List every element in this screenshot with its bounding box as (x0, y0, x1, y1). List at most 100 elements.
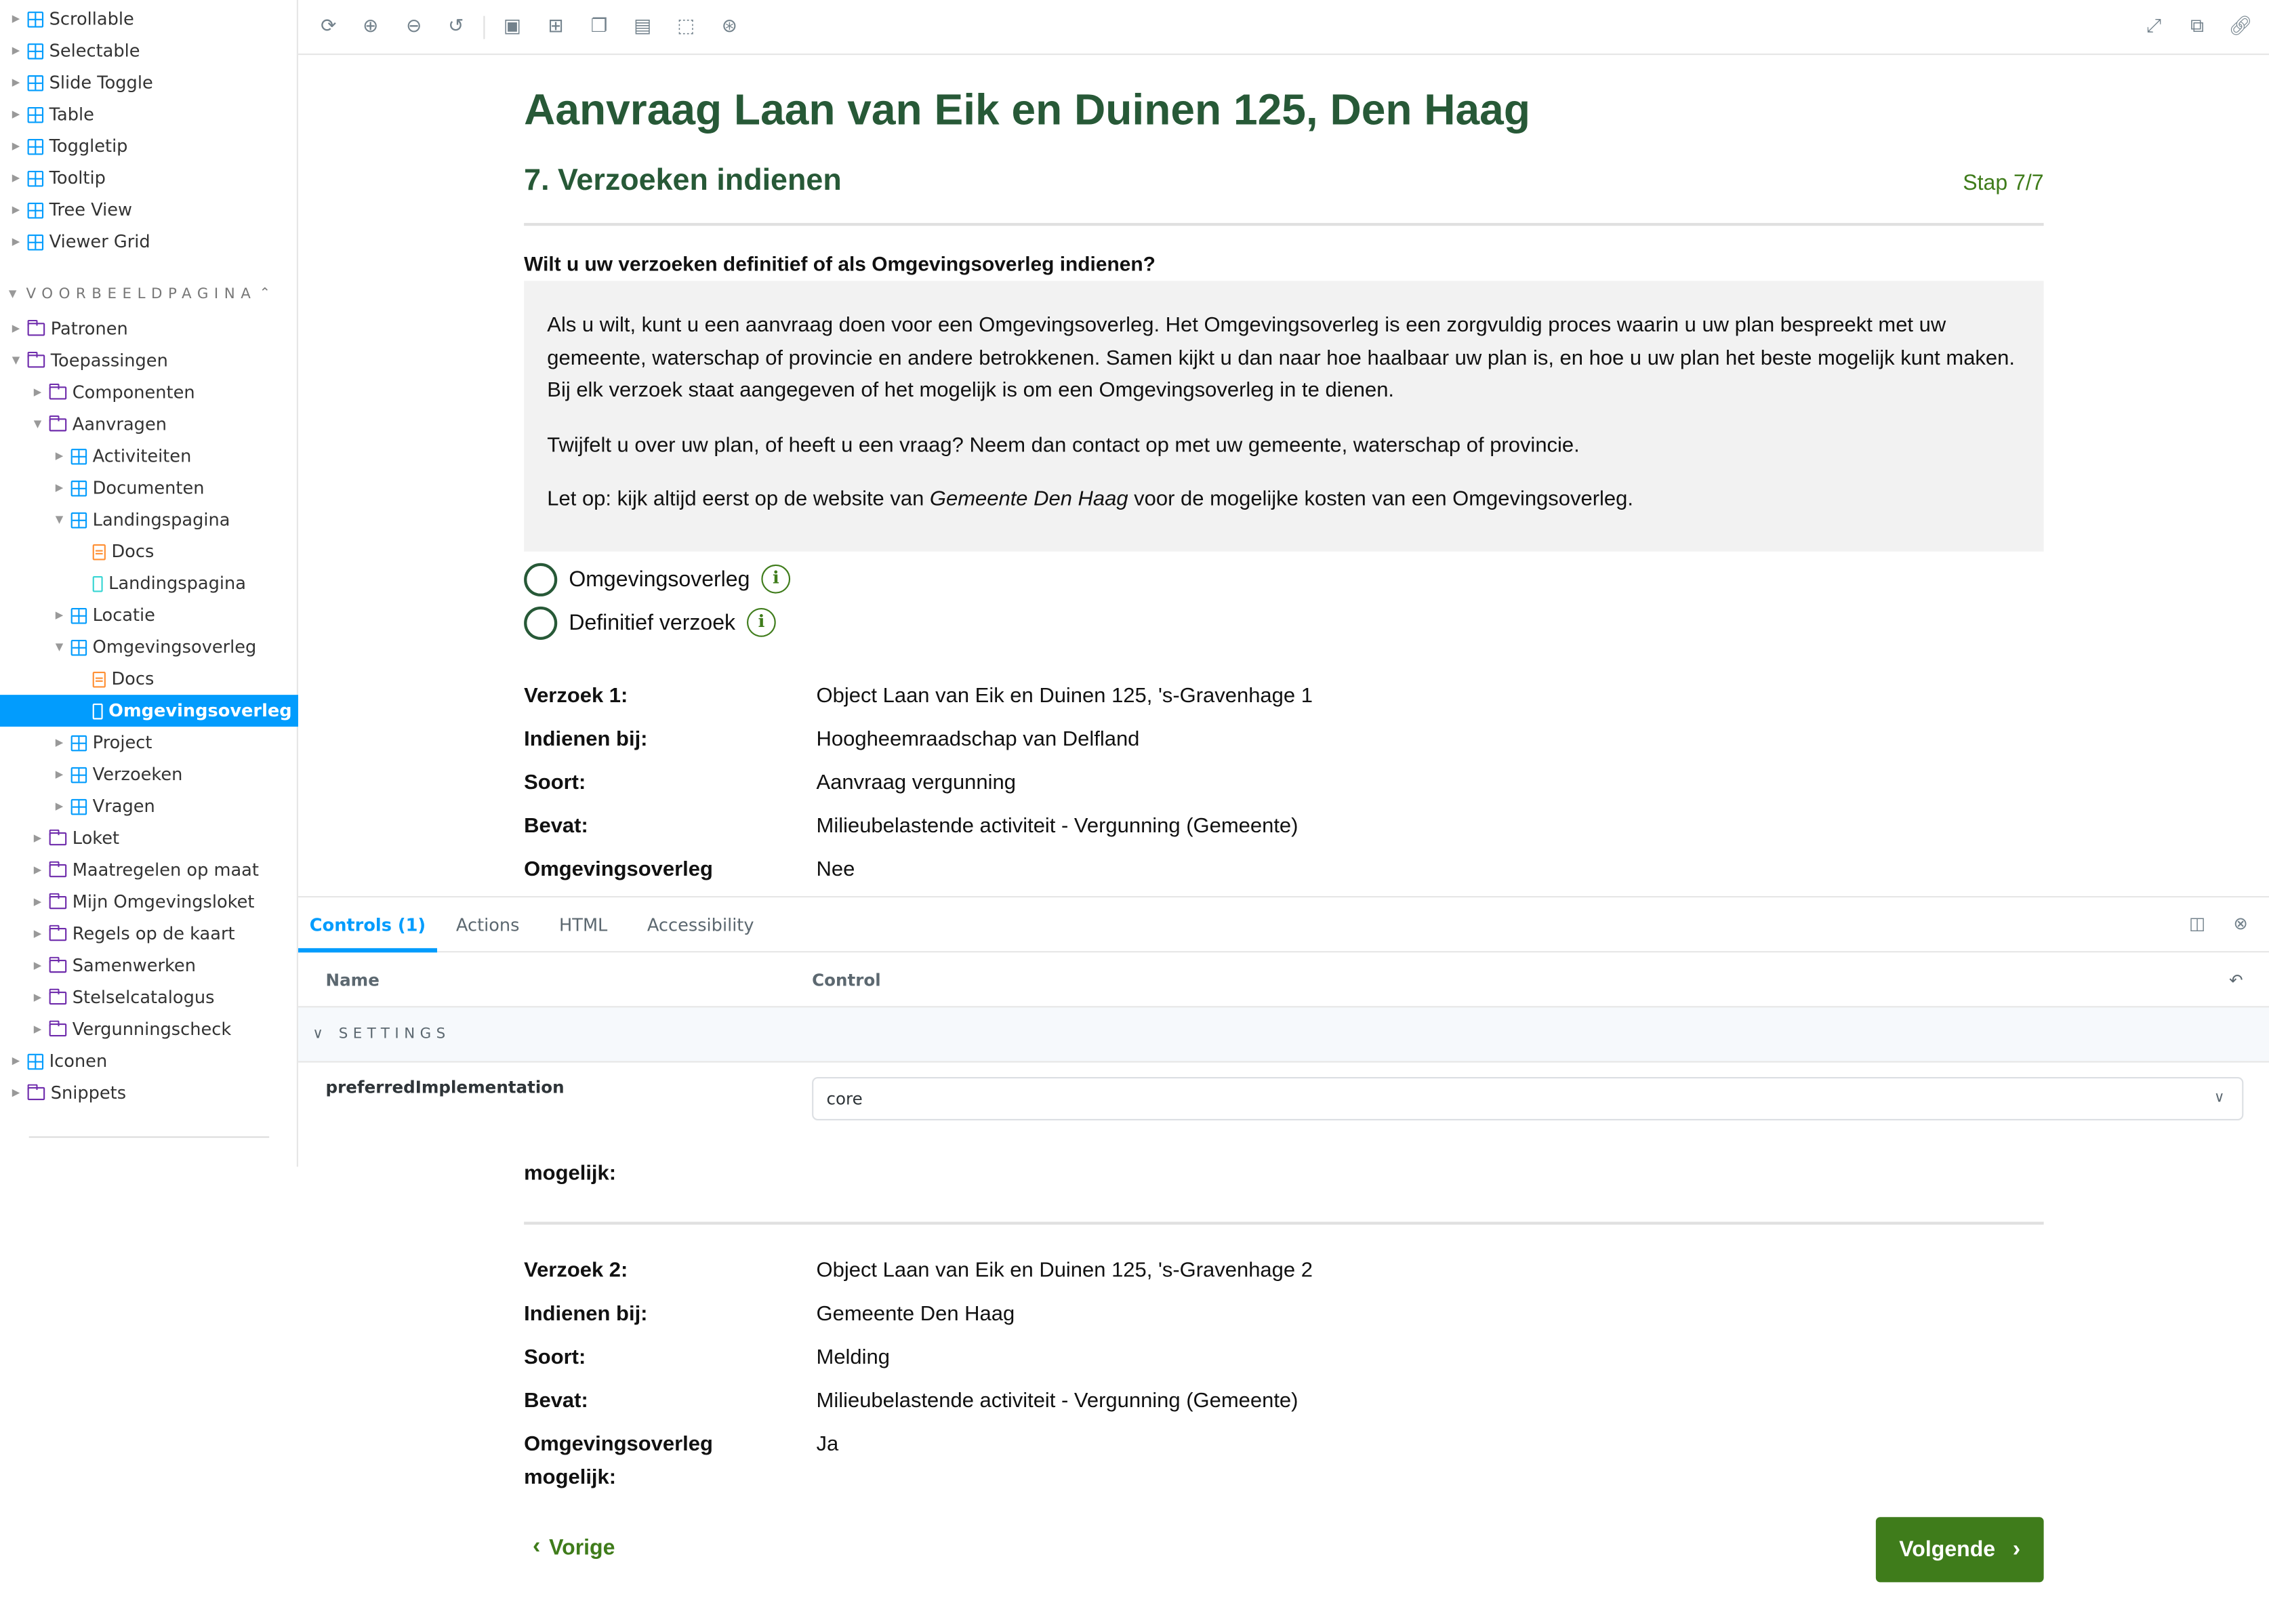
sidebar-item-activiteiten[interactable]: ▶ Activiteiten (0, 440, 298, 472)
sidebar-item-viewer-grid[interactable]: ▶ Viewer Grid (0, 226, 298, 258)
chevron-right-icon: ▶ (12, 13, 20, 25)
sidebar-item-docs[interactable]: ▶Docs (0, 663, 298, 695)
radio-definitief-verzoek[interactable]: Definitief verzoek i (524, 605, 776, 640)
zoom-in-icon[interactable]: ⊕ (358, 14, 384, 40)
folder-icon (49, 828, 67, 845)
sidebar-item-maatregelen-op-maat[interactable]: ▶ Maatregelen op maat (0, 854, 298, 886)
radio-button[interactable] (524, 605, 558, 639)
zoom-reset-icon[interactable]: ↺ (443, 14, 469, 40)
sidebar-item-toepassingen[interactable]: ▼ Toepassingen (0, 344, 298, 376)
zoom-out-icon[interactable]: ⊖ (401, 14, 427, 40)
sidebar-item-label: Project (92, 732, 152, 753)
detail-value: Aanvraag vergunning (816, 771, 1016, 795)
section-header-voorbeeldpagina[interactable]: ▼ VOORBEELDPAGINA ⌃ (0, 281, 298, 306)
radio-button[interactable] (524, 562, 558, 596)
chevron-right-icon: ▶ (12, 323, 20, 335)
next-button[interactable]: Volgende › (1875, 1517, 2044, 1583)
detail-label: Omgevingsoverleg (524, 1433, 713, 1457)
settings-section[interactable]: ∨ SETTINGS (298, 1007, 2269, 1063)
sidebar-item-label: Regels op de kaart (72, 923, 235, 944)
sidebar-item-project[interactable]: ▶ Project (0, 727, 298, 758)
chevron-right-icon: ▶ (33, 927, 42, 940)
expand-collapse-icon[interactable]: ⌃ (260, 287, 270, 301)
viewport-icon[interactable]: ❐ (586, 14, 612, 40)
settings-label: SETTINGS (338, 1026, 451, 1042)
chevron-right-icon: ▶ (33, 959, 42, 972)
tab-html[interactable]: HTML (538, 897, 628, 952)
measure-icon[interactable]: ▤ (630, 14, 655, 40)
sidebar-item-omgevingsoverleg[interactable]: ▼ Omgevingsoverleg (0, 631, 298, 663)
folder-icon (27, 350, 45, 367)
sidebar-item-aanvragen[interactable]: ▼ Aanvragen (0, 408, 298, 440)
detail-label: Indienen bij: (524, 728, 648, 752)
info-icon[interactable]: i (747, 607, 776, 637)
component-icon (27, 233, 44, 250)
doc-icon (92, 670, 106, 687)
sidebar-item-tooltip[interactable]: ▶ Tooltip (0, 162, 298, 194)
sidebar-item-landingspagina[interactable]: ▼ Landingspagina (0, 504, 298, 535)
sidebar-item-iconen[interactable]: ▶ Iconen (0, 1045, 298, 1077)
tab-actions[interactable]: Actions (437, 897, 538, 952)
tab-controls[interactable]: Controls (1) (298, 897, 437, 952)
sidebar-item-table[interactable]: ▶ Table (0, 98, 298, 130)
sidebar-item-regels-op-de-kaart[interactable]: ▶ Regels op de kaart (0, 918, 298, 950)
component-icon (70, 607, 87, 624)
sidebar-item-patronen[interactable]: ▶ Patronen (0, 312, 298, 344)
accessibility-icon[interactable]: ⊛ (716, 14, 742, 40)
panel-orientation-icon[interactable]: ◫ (2186, 912, 2209, 935)
component-icon (70, 479, 87, 496)
sidebar-item-loket[interactable]: ▶ Loket (0, 822, 298, 854)
detail-label: Verzoek 1: (524, 685, 628, 708)
sidebar-item-samenwerken[interactable]: ▶ Samenwerken (0, 950, 298, 981)
reload-icon[interactable]: ⟳ (316, 14, 342, 40)
column-control: Control (812, 969, 881, 990)
fullscreen-icon[interactable]: ⤢ (2141, 14, 2167, 40)
sidebar-item-label: Selectable (49, 40, 140, 61)
radio-omgevingsoverleg[interactable]: Omgevingsoverleg i (524, 562, 791, 596)
outline-icon[interactable]: ⬚ (673, 14, 699, 40)
grid-icon[interactable]: ⊞ (543, 14, 569, 40)
sidebar-item-selectable[interactable]: ▶ Selectable (0, 35, 298, 66)
sidebar-item-componenten[interactable]: ▶ Componenten (0, 376, 298, 408)
question-label: Wilt u uw verzoeken definitief of als Om… (524, 251, 1156, 275)
previous-button[interactable]: ‹ Vorige (533, 1535, 615, 1560)
sidebar-item-landingspagina[interactable]: ▶Landingspagina (0, 567, 298, 599)
chevron-down-icon: ▼ (8, 288, 17, 300)
reset-controls-icon[interactable]: ↶ (2229, 952, 2243, 1007)
sidebar-item-toggletip[interactable]: ▶ Toggletip (0, 130, 298, 162)
sidebar-item-stelselcatalogus[interactable]: ▶ Stelselcatalogus (0, 981, 298, 1013)
radio-label: Definitief verzoek (569, 610, 736, 635)
sidebar-item-vragen[interactable]: ▶ Vragen (0, 790, 298, 822)
tab-accessibility[interactable]: Accessibility (634, 897, 766, 952)
detail-label: Verzoek 2: (524, 1259, 628, 1283)
info-icon[interactable]: i (761, 564, 791, 594)
sidebar-item-snippets[interactable]: ▶ Snippets (0, 1077, 298, 1109)
sidebar-item-scrollable[interactable]: ▶ Scrollable (0, 3, 298, 35)
chevron-right-icon: ▶ (55, 609, 64, 622)
sidebar-item-omgevingsoverleg[interactable]: ▶Omgevingsoverleg (0, 695, 298, 727)
sidebar-item-label: Docs (111, 668, 155, 689)
section-title: VOORBEELDPAGINA (26, 285, 257, 302)
close-panel-icon[interactable]: ⊗ (2229, 912, 2252, 935)
sidebar-item-vergunningscheck[interactable]: ▶ Vergunningscheck (0, 1013, 298, 1045)
component-icon (27, 169, 44, 186)
sidebar-item-label: Samenwerken (72, 955, 196, 976)
sidebar-item-docs[interactable]: ▶Docs (0, 535, 298, 567)
copy-link-icon[interactable]: 🔗︎ (2228, 14, 2253, 40)
sidebar-item-documenten[interactable]: ▶ Documenten (0, 472, 298, 504)
panel-tabs: Controls (1) Actions HTML Accessibility … (298, 897, 2269, 953)
implementation-select[interactable]: core ∨ (812, 1076, 2244, 1121)
sidebar-item-locatie[interactable]: ▶ Locatie (0, 599, 298, 631)
open-new-tab-icon[interactable]: ⧉ (2184, 14, 2210, 40)
folder-icon (49, 956, 67, 973)
sidebar-item-tree-view[interactable]: ▶ Tree View (0, 194, 298, 226)
sidebar-item-slide-toggle[interactable]: ▶ Slide Toggle (0, 66, 298, 98)
sidebar-item-verzoeken[interactable]: ▶ Verzoeken (0, 758, 298, 790)
background-icon[interactable]: ▣ (499, 14, 525, 40)
detail-label: Indienen bij: (524, 1303, 648, 1326)
chevron-right-icon: ▶ (55, 482, 64, 494)
sidebar-item-label: Toepassingen (50, 350, 168, 371)
chevron-right-icon: ▶ (12, 45, 20, 57)
sidebar-item-mijn-omgevingsloket[interactable]: ▶ Mijn Omgevingsloket (0, 886, 298, 918)
step-heading: 7. Verzoeken indienen (524, 163, 842, 197)
